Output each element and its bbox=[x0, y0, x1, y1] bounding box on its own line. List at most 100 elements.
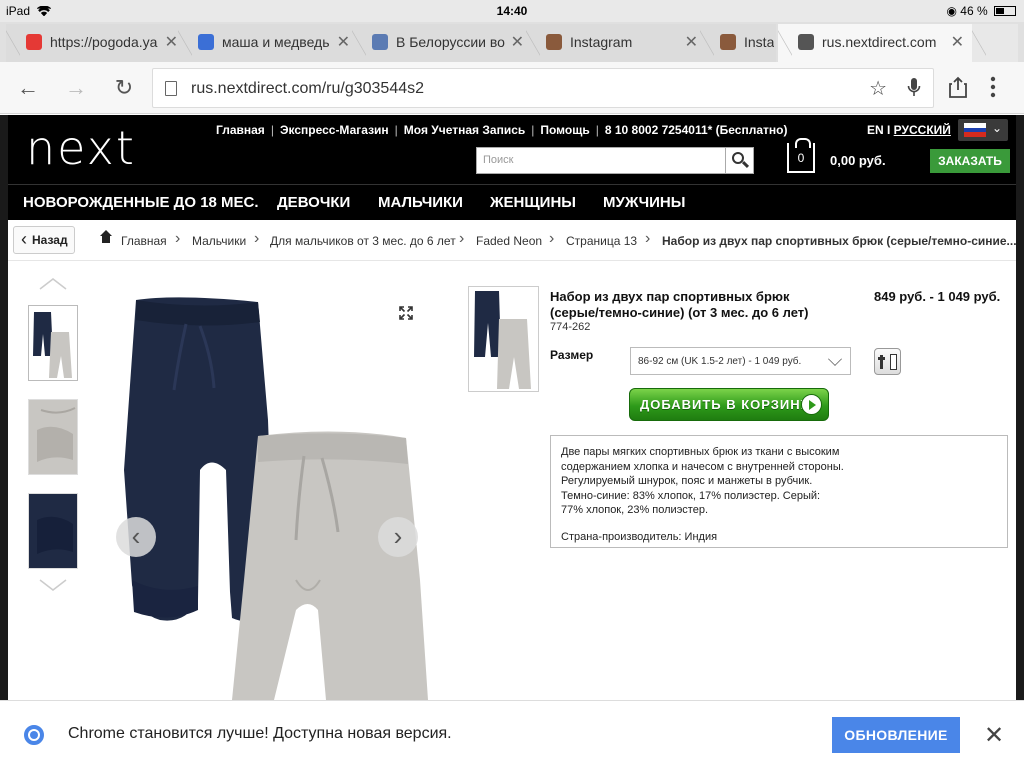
product-title: Набор из двух пар спортивных брюк (серые… bbox=[550, 289, 809, 320]
nav-girls[interactable]: ДЕВОЧКИ bbox=[277, 194, 350, 211]
new-tab-button[interactable] bbox=[972, 24, 1018, 62]
crumb-home[interactable]: Главная bbox=[121, 234, 167, 248]
document-icon bbox=[372, 34, 388, 50]
search-input[interactable]: Поиск bbox=[476, 147, 754, 174]
crumb-current: Набор из двух пар спортивных брюк (серые… bbox=[662, 234, 1016, 248]
crumb-boys-3m-6y[interactable]: Для мальчиков от 3 мес. до 6 лет bbox=[270, 234, 456, 248]
close-tab-icon[interactable]: ✕ bbox=[951, 32, 964, 52]
lang-en[interactable]: EN I bbox=[867, 123, 894, 137]
link-my-account[interactable]: Моя Учетная Запись bbox=[404, 123, 525, 137]
expand-icon[interactable] bbox=[399, 306, 413, 320]
thumbnail-1[interactable] bbox=[28, 305, 78, 381]
product-code: 774-262 bbox=[550, 321, 591, 333]
lang-ru[interactable]: РУССКИЙ bbox=[894, 123, 951, 137]
favicon-icon bbox=[198, 34, 214, 50]
infobar-message: Chrome становится лучше! Доступна новая … bbox=[68, 725, 452, 742]
product-main-image[interactable] bbox=[108, 280, 438, 700]
url-text[interactable]: rus.nextdirect.com/ru/g303544s2 bbox=[191, 80, 424, 98]
tab-instagram[interactable]: Instagram ✕ bbox=[526, 24, 708, 62]
browser-toolbar: ← → ↻ rus.nextdirect.com/ru/g303544s2 ☆ bbox=[0, 62, 1024, 114]
language-switch: EN I РУССКИЙ bbox=[867, 123, 951, 137]
size-select-value: 86-92 см (UK 1.5-2 лет) - 1 049 руб. bbox=[638, 356, 802, 367]
next-logo[interactable]: next bbox=[26, 121, 136, 175]
top-links: Главная | Экспресс-Магазин | Моя Учетная Зап… bbox=[216, 123, 788, 137]
nav-men[interactable]: МУЖЧИНЫ bbox=[603, 194, 685, 211]
thumbs-down-arrow-icon[interactable] bbox=[38, 578, 68, 594]
tab-strip: https://pogoda.ya ✕ маша и медведь ✕ В Б… bbox=[0, 22, 1024, 62]
phone-number: 8 10 8002 7254011* (Бесплатно) bbox=[604, 123, 788, 137]
size-guide-icon[interactable] bbox=[874, 348, 901, 375]
tab-masha[interactable]: маша и медведь ✕ bbox=[178, 24, 360, 62]
prev-image-button[interactable]: ‹ bbox=[116, 517, 156, 557]
nav-women[interactable]: ЖЕНЩИНЫ bbox=[490, 194, 576, 211]
crumb-page-13[interactable]: Страница 13 bbox=[566, 234, 637, 248]
status-bar: iPad 14:40 ◉ 46 % bbox=[0, 0, 1024, 22]
page-icon bbox=[165, 81, 177, 96]
close-tab-icon[interactable]: ✕ bbox=[165, 32, 178, 52]
next-favicon-icon bbox=[798, 34, 814, 50]
size-label: Размер bbox=[550, 348, 594, 362]
shopping-bag-icon[interactable]: 0 bbox=[787, 138, 815, 173]
back-button[interactable]: Назад bbox=[13, 226, 75, 254]
country-of-origin: Страна-производитель: Индия bbox=[561, 530, 718, 543]
close-icon[interactable]: ✕ bbox=[984, 721, 1004, 750]
menu-icon[interactable] bbox=[990, 76, 996, 103]
forward-icon[interactable]: → bbox=[62, 74, 90, 102]
product-description: Две пары мягких спортивных брюк из ткани… bbox=[550, 435, 1008, 548]
update-button[interactable]: ОБНОВЛЕНИЕ bbox=[832, 717, 960, 753]
link-express-store[interactable]: Экспресс-Магазин bbox=[280, 123, 389, 137]
bookmark-star-icon[interactable]: ☆ bbox=[869, 76, 887, 101]
chevron-right-icon: › bbox=[645, 230, 651, 247]
reload-icon[interactable]: ↻ bbox=[110, 74, 138, 102]
tab-nextdirect[interactable]: rus.nextdirect.com ✕ bbox=[778, 24, 974, 62]
nav-boys[interactable]: МАЛЬЧИКИ bbox=[378, 194, 463, 211]
country-selector[interactable]: ⌄ bbox=[958, 119, 1008, 141]
chevron-right-icon: › bbox=[175, 230, 181, 247]
search-button[interactable] bbox=[725, 148, 753, 173]
tab-title: Insta bbox=[744, 34, 774, 50]
add-to-cart-button[interactable]: ДОБАВИТЬ В КОРЗИНУ bbox=[629, 388, 829, 421]
thumbs-up-arrow-icon[interactable] bbox=[38, 277, 68, 293]
instagram-icon bbox=[720, 34, 736, 50]
battery-icon bbox=[994, 6, 1016, 16]
share-icon[interactable] bbox=[948, 76, 968, 103]
battery-percent: 46 % bbox=[960, 4, 988, 18]
thumbnail-2[interactable] bbox=[28, 399, 78, 475]
description-text: Две пары мягких спортивных брюк из ткани… bbox=[561, 446, 844, 517]
crumb-faded-neon[interactable]: Faded Neon bbox=[476, 234, 542, 248]
tab-title: rus.nextdirect.com bbox=[822, 34, 936, 50]
nav-newborn[interactable]: НОВОРОЖДЕННЫЕ ДО 18 МЕС. bbox=[23, 194, 259, 211]
tab-pogoda[interactable]: https://pogoda.ya ✕ bbox=[6, 24, 188, 62]
crumb-boys[interactable]: Мальчики bbox=[192, 234, 246, 248]
status-right: ◉ 46 % bbox=[946, 4, 1016, 18]
product-price: 849 руб. - 1 049 руб. bbox=[874, 289, 1001, 304]
search-placeholder: Поиск bbox=[483, 154, 514, 166]
next-image-button[interactable]: › bbox=[378, 517, 418, 557]
chevron-right-icon: › bbox=[254, 230, 260, 247]
checkout-button[interactable]: ЗАКАЗАТЬ bbox=[930, 149, 1010, 173]
microphone-icon[interactable] bbox=[907, 77, 921, 104]
breadcrumb: Назад Главная › Мальчики › Для мальчиков… bbox=[8, 221, 1016, 261]
rotation-lock-icon: ◉ bbox=[946, 4, 957, 18]
tab-instagram-2[interactable]: Insta bbox=[700, 24, 776, 62]
arrow-right-icon bbox=[801, 394, 822, 415]
tab-title: https://pogoda.ya bbox=[50, 34, 158, 50]
tab-title: Instagram bbox=[570, 34, 633, 50]
link-help[interactable]: Помощь bbox=[540, 123, 589, 137]
tab-belarus[interactable]: В Белоруссии во ✕ bbox=[352, 24, 534, 62]
address-bar[interactable]: rus.nextdirect.com/ru/g303544s2 ☆ bbox=[152, 68, 934, 108]
site-header: next Главная | Экспресс-Магазин | Моя Учетна… bbox=[8, 115, 1016, 184]
chevron-down-icon: ⌄ bbox=[991, 121, 1002, 135]
bag-total[interactable]: 0,00 руб. bbox=[830, 153, 886, 168]
back-icon[interactable]: ← bbox=[14, 74, 42, 102]
thumbnail-3[interactable] bbox=[28, 493, 78, 569]
update-infobar: Chrome становится лучше! Доступна новая … bbox=[0, 700, 1024, 768]
favicon-icon bbox=[26, 34, 42, 50]
close-tab-icon[interactable]: ✕ bbox=[337, 32, 350, 52]
size-select[interactable]: 86-92 см (UK 1.5-2 лет) - 1 049 руб. bbox=[630, 347, 851, 375]
chevron-down-icon bbox=[828, 352, 842, 366]
close-tab-icon[interactable]: ✕ bbox=[511, 32, 524, 52]
link-home[interactable]: Главная bbox=[216, 123, 265, 137]
home-icon[interactable] bbox=[100, 230, 112, 245]
close-tab-icon[interactable]: ✕ bbox=[685, 32, 698, 52]
